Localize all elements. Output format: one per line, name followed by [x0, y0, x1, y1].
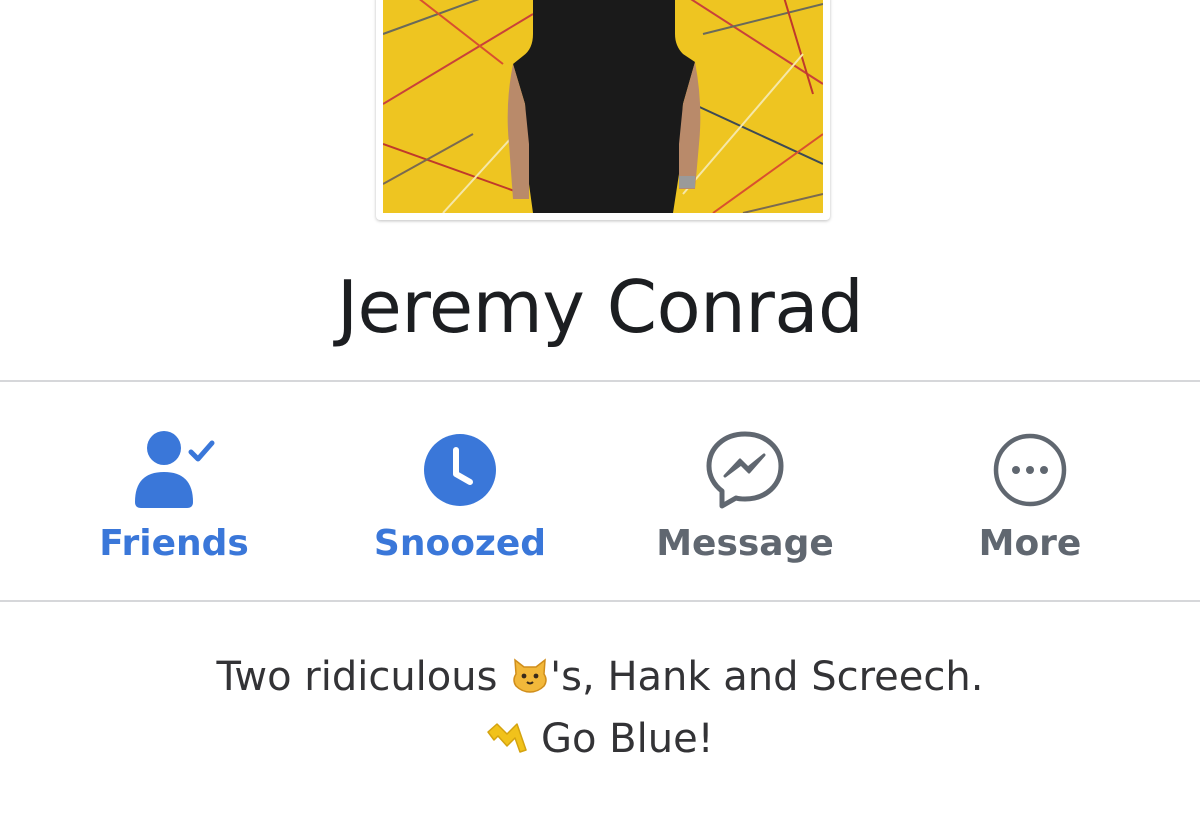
messenger-icon — [703, 428, 787, 512]
more-button[interactable]: More — [910, 382, 1150, 600]
message-label: Message — [656, 523, 834, 564]
profile-photo[interactable] — [383, 0, 823, 213]
profile-photo-image — [383, 0, 823, 213]
profile-name: Jeremy Conrad — [336, 265, 864, 349]
profile-actions-bar: Friends Snoozed Message More — [0, 382, 1200, 600]
more-label: More — [978, 523, 1082, 564]
bio-text-line2: Go Blue! — [528, 716, 714, 762]
friends-check-icon — [132, 428, 216, 512]
clock-icon — [418, 428, 502, 512]
snoozed-label: Snoozed — [373, 523, 547, 564]
snoozed-button[interactable]: Snoozed — [340, 382, 580, 600]
bio-line-2: Go Blue! — [0, 710, 1200, 772]
friends-button[interactable]: Friends — [54, 382, 294, 600]
more-dots-icon — [988, 428, 1072, 512]
block-m-emoji — [486, 714, 528, 772]
divider — [0, 600, 1200, 602]
profile-photo-frame[interactable] — [376, 0, 830, 220]
message-button[interactable]: Message — [625, 382, 865, 600]
friends-label: Friends — [99, 523, 249, 564]
bio-text-after: 's, Hank and Screech. — [550, 654, 984, 700]
bio-text-before: Two ridiculous — [216, 654, 511, 700]
profile-bio: Two ridiculous 's, Hank and Screech. Go … — [0, 648, 1200, 772]
cat-face-emoji — [510, 652, 550, 710]
bio-line-1: Two ridiculous 's, Hank and Screech. — [0, 648, 1200, 710]
